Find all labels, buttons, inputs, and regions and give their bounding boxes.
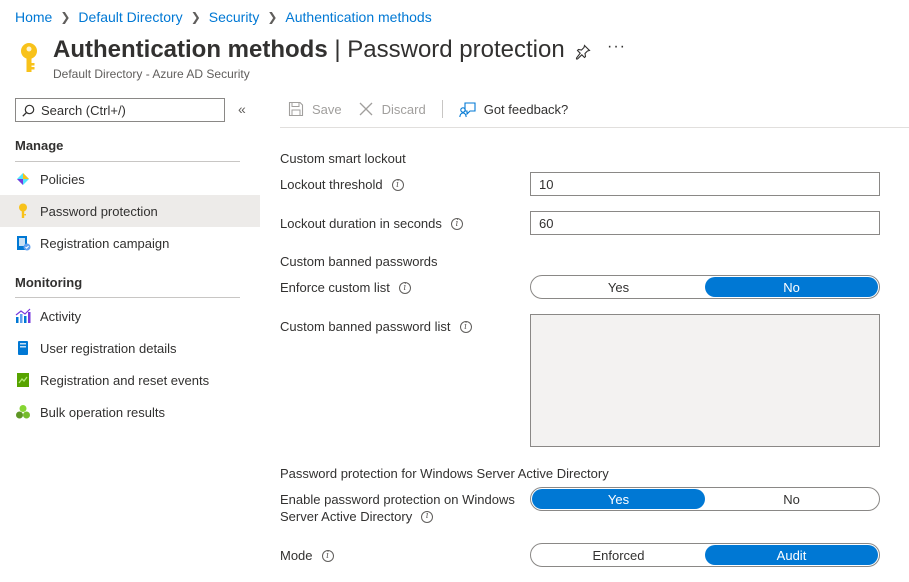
search-icon — [22, 104, 35, 117]
enable-ad-protection-label: Enable password protection on Windows Se… — [280, 491, 515, 525]
breadcrumb-security[interactable]: Security — [209, 9, 260, 25]
divider — [15, 161, 240, 162]
breadcrumb: Home ❯ Default Directory ❯ Security ❯ Au… — [15, 9, 432, 25]
enforce-custom-list-label: Enforce custom list i — [280, 280, 411, 295]
key-icon — [15, 203, 31, 219]
page-title: Authentication methods | Password protec… — [53, 36, 565, 64]
sidebar-item-password-protection[interactable]: Password protection — [0, 195, 260, 227]
toggle-option-yes[interactable]: Yes — [532, 277, 705, 297]
breadcrumb-authentication-methods[interactable]: Authentication methods — [285, 9, 431, 25]
sidebar-item-bulk-operation-results[interactable]: Bulk operation results — [0, 396, 260, 428]
page-subtitle: Default Directory - Azure AD Security — [53, 67, 250, 81]
save-button[interactable]: Save — [288, 98, 342, 120]
bulk-results-icon — [15, 404, 31, 420]
save-label: Save — [312, 101, 342, 117]
label-line-2: Server Active Directory — [280, 509, 413, 524]
label-line-1: Enable password protection on Windows — [280, 492, 515, 507]
toggle-option-no[interactable]: No — [705, 489, 878, 509]
page-title-sub: Password protection — [347, 36, 565, 63]
events-icon — [15, 372, 31, 388]
lockout-duration-label: Lockout duration in seconds i — [280, 216, 463, 231]
chevron-right-icon: ❯ — [190, 10, 201, 24]
sidebar-item-label: Bulk operation results — [40, 404, 166, 420]
page-title-separator: | — [327, 36, 348, 63]
lockout-duration-input[interactable] — [530, 211, 880, 235]
banned-password-list-label: Custom banned password list i — [280, 319, 472, 334]
enforce-custom-list-toggle[interactable]: Yes No — [530, 275, 880, 299]
feedback-icon — [458, 101, 476, 117]
toggle-option-yes[interactable]: Yes — [532, 489, 705, 509]
collapse-sidebar-icon[interactable]: « — [238, 101, 246, 117]
info-icon[interactable]: i — [321, 549, 334, 562]
more-options-icon[interactable]: ··· — [607, 38, 626, 56]
key-icon — [21, 43, 37, 72]
info-icon[interactable]: i — [398, 281, 411, 294]
feedback-button[interactable]: Got feedback? — [458, 98, 569, 120]
label-text: Lockout threshold — [280, 177, 383, 192]
sidebar-item-activity[interactable]: Activity — [0, 300, 260, 332]
lockout-threshold-input[interactable] — [530, 172, 880, 196]
sidebar-item-label: Activity — [40, 308, 82, 324]
toolbar-divider — [441, 100, 443, 118]
label-text: Lockout duration in seconds — [280, 216, 442, 231]
sidebar-item-registration-campaign[interactable]: Registration campaign — [0, 227, 260, 259]
section-heading-banned-passwords: Custom banned passwords — [280, 254, 438, 269]
chevron-right-icon: ❯ — [60, 10, 71, 24]
mode-label: Mode i — [280, 548, 334, 563]
mode-toggle[interactable]: Enforced Audit — [530, 543, 880, 567]
sidebar-item-label: Registration campaign — [40, 235, 170, 251]
sidebar-item-policies[interactable]: Policies — [0, 163, 260, 195]
sidebar-item-user-registration-details[interactable]: User registration details — [0, 332, 260, 364]
sidebar-item-label: Password protection — [40, 203, 158, 219]
toggle-option-no[interactable]: No — [705, 277, 878, 297]
info-icon[interactable]: i — [450, 217, 463, 230]
save-icon — [288, 101, 304, 117]
registration-campaign-icon — [15, 235, 31, 251]
enable-ad-protection-toggle[interactable]: Yes No — [530, 487, 880, 511]
section-title-manage: Manage — [15, 138, 64, 153]
close-icon — [359, 102, 373, 116]
sidebar-item-label: Policies — [40, 171, 85, 187]
breadcrumb-home[interactable]: Home — [15, 9, 52, 25]
search-input[interactable] — [41, 102, 211, 118]
sidebar-item-label: User registration details — [40, 340, 177, 356]
lockout-threshold-label: Lockout threshold i — [280, 177, 404, 192]
label-text: Custom banned password list — [280, 319, 451, 334]
divider — [15, 297, 240, 298]
banned-password-list-textarea[interactable] — [530, 314, 880, 447]
info-icon[interactable]: i — [459, 320, 472, 333]
command-bar: Save Discard Got feedback? — [280, 98, 909, 128]
sidebar-item-label: Registration and reset events — [40, 372, 210, 388]
page-header: Authentication methods | Password protec… — [14, 36, 904, 88]
policies-icon — [15, 171, 31, 187]
discard-button[interactable]: Discard — [358, 98, 426, 120]
label-text: Enable password protection on Windows Se… — [280, 491, 515, 525]
section-title-monitoring: Monitoring — [15, 275, 83, 290]
label-text: Enforce custom list — [280, 280, 390, 295]
breadcrumb-default-directory[interactable]: Default Directory — [78, 9, 182, 25]
section-heading-smart-lockout: Custom smart lockout — [280, 151, 406, 166]
sidebar-search[interactable] — [15, 98, 225, 122]
info-icon[interactable]: i — [421, 510, 434, 523]
page-title-main: Authentication methods — [53, 36, 328, 63]
toggle-option-enforced[interactable]: Enforced — [532, 545, 705, 565]
pin-icon[interactable] — [575, 44, 591, 60]
toggle-option-audit[interactable]: Audit — [705, 545, 878, 565]
label-text: Mode — [280, 548, 313, 563]
activity-chart-icon — [15, 308, 31, 324]
user-details-icon — [15, 340, 31, 356]
sidebar-item-registration-reset-events[interactable]: Registration and reset events — [0, 364, 260, 396]
info-icon[interactable]: i — [391, 178, 404, 191]
feedback-label: Got feedback? — [483, 101, 569, 117]
discard-label: Discard — [381, 101, 426, 117]
section-heading-windows-ad: Password protection for Windows Server A… — [280, 466, 609, 481]
chevron-right-icon: ❯ — [267, 10, 278, 24]
